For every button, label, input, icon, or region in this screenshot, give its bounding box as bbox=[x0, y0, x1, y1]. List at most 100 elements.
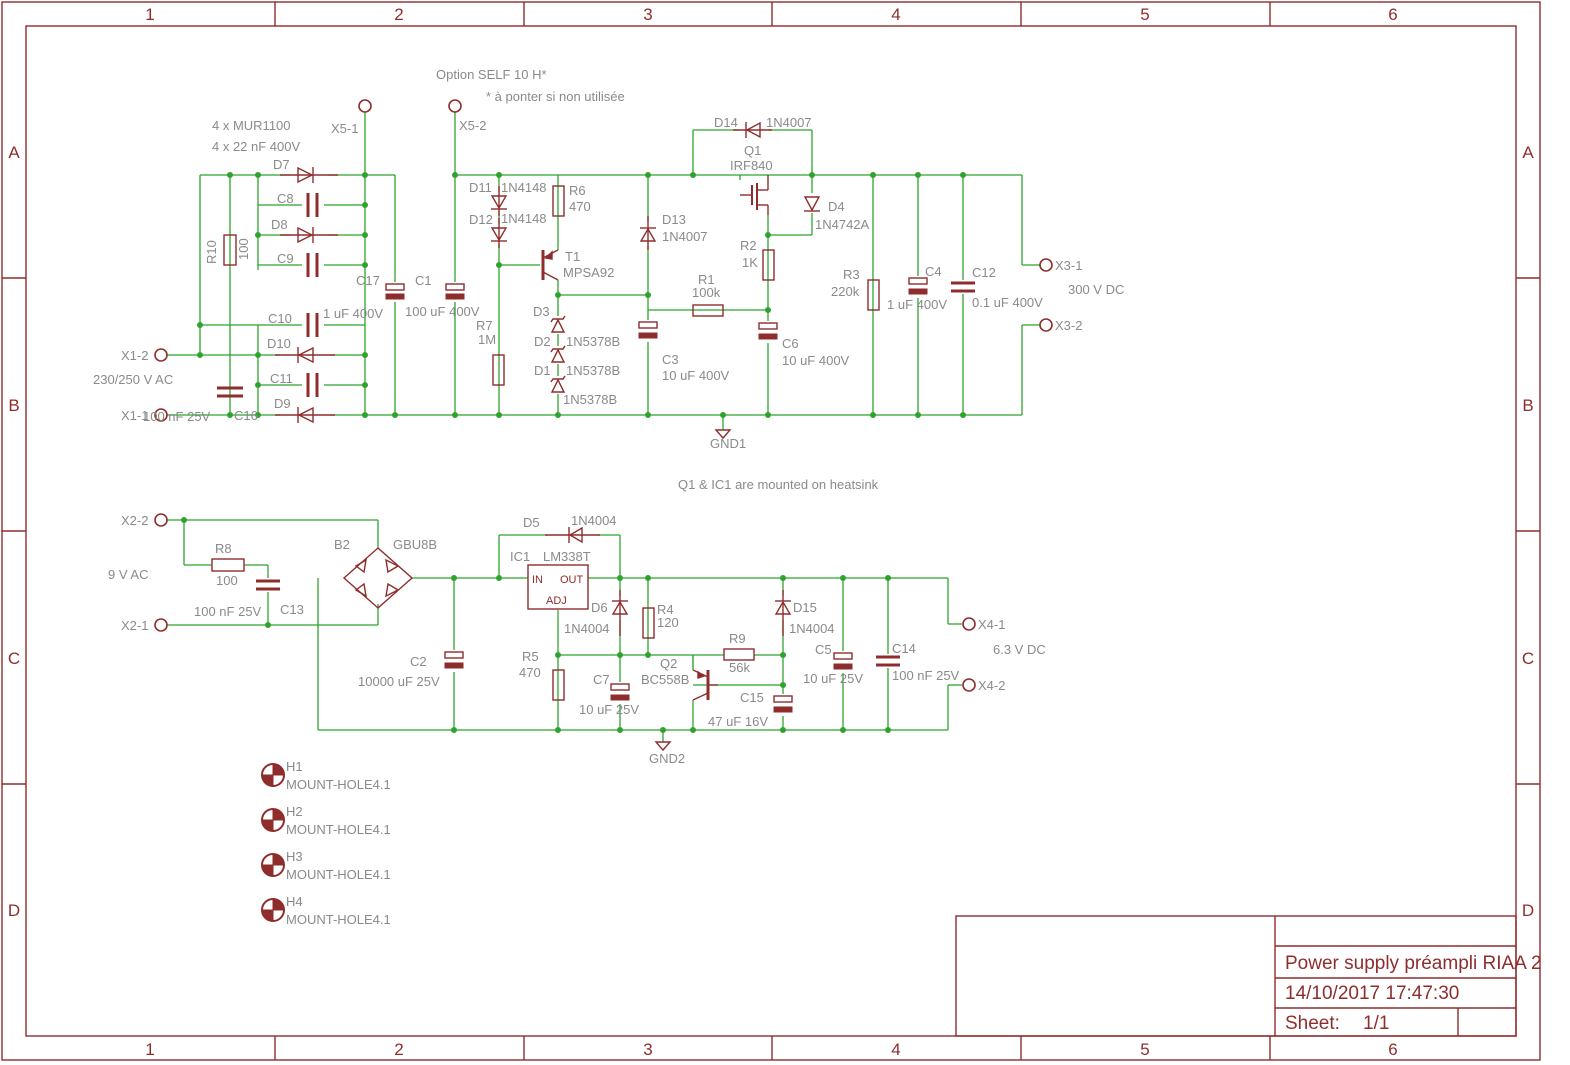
row-label-c: C bbox=[8, 649, 20, 668]
label-r5-value: 470 bbox=[519, 665, 541, 680]
label-d3-value: 1N5378B bbox=[563, 392, 617, 407]
label-x4-1: X4-1 bbox=[978, 617, 1005, 632]
label-r10-value: 100 bbox=[236, 238, 251, 260]
label-r8-value: 100 bbox=[216, 573, 238, 588]
label-d11-value: 1N4148 bbox=[501, 180, 547, 195]
row-label-b: B bbox=[8, 396, 19, 415]
label-r1-value: 100k bbox=[692, 285, 721, 300]
capacitor-c3 bbox=[637, 320, 659, 342]
label-r7: R7 bbox=[476, 318, 493, 333]
label-x2-1: X2-1 bbox=[121, 618, 148, 633]
row-label-a-right: A bbox=[1522, 143, 1534, 162]
label-r2: R2 bbox=[740, 238, 757, 253]
label-d6: D6 bbox=[591, 600, 608, 615]
label-dc-out-lv: 6.3 V DC bbox=[993, 642, 1046, 657]
label-c15: C15 bbox=[740, 690, 764, 705]
connector-x1-2[interactable] bbox=[154, 348, 168, 362]
label-d5: D5 bbox=[523, 515, 540, 530]
column-label-6-bottom: 6 bbox=[1388, 1040, 1397, 1059]
label-r6: R6 bbox=[569, 183, 586, 198]
label-d15-value: 1N4004 bbox=[789, 621, 835, 636]
label-c5: C5 bbox=[815, 642, 832, 657]
row-label-c-right: C bbox=[1522, 649, 1534, 668]
label-x2-2: X2-2 bbox=[121, 513, 148, 528]
label-r9-value: 56k bbox=[729, 660, 750, 675]
diode-d6 bbox=[611, 590, 629, 636]
label-c10: C10 bbox=[268, 311, 292, 326]
title-block-title: Power supply préampli RIAA 2 bbox=[1285, 953, 1542, 974]
mount-hole-h3: H3 MOUNT-HOLE4.1 bbox=[261, 849, 391, 882]
ic1-pin-adj: ADJ bbox=[546, 595, 567, 607]
label-gnd1: GND1 bbox=[710, 436, 746, 451]
label-c7-value: 10 uF 25V bbox=[579, 702, 639, 717]
connector-x3-1[interactable] bbox=[1039, 258, 1053, 272]
note-heatsink: Q1 & IC1 are mounted on heatsink bbox=[678, 477, 879, 492]
label-c6: C6 bbox=[782, 336, 799, 351]
capacitor-c7 bbox=[609, 682, 631, 704]
capacitor-c4 bbox=[907, 276, 929, 298]
label-d12-value: 1N4148 bbox=[501, 211, 547, 226]
connector-x2-2[interactable] bbox=[154, 513, 168, 527]
label-c1-value: 100 uF 400V bbox=[405, 304, 480, 319]
mount-hole-value: MOUNT-HOLE4.1 bbox=[286, 822, 391, 837]
label-q1-value: IRF840 bbox=[730, 158, 773, 173]
label-c4: C4 bbox=[925, 264, 942, 279]
column-label-3: 3 bbox=[643, 5, 652, 24]
label-r9: R9 bbox=[729, 631, 746, 646]
mount-hole-value: MOUNT-HOLE4.1 bbox=[286, 867, 391, 882]
column-label-1: 1 bbox=[145, 5, 154, 24]
label-d13-value: 1N4007 bbox=[662, 229, 708, 244]
label-c5-value: 10 uF 25V bbox=[803, 671, 863, 686]
label-d14: D14 bbox=[714, 115, 738, 130]
label-t1: T1 bbox=[565, 249, 580, 264]
label-x5-2: X5-2 bbox=[459, 118, 486, 133]
connector-x4-2[interactable] bbox=[962, 678, 976, 692]
capacitor-c2 bbox=[443, 650, 465, 672]
label-d2: D2 bbox=[534, 334, 551, 349]
connector-x3-2[interactable] bbox=[1039, 318, 1053, 332]
column-label-6: 6 bbox=[1388, 5, 1397, 24]
capacitor-c6 bbox=[757, 321, 779, 343]
label-r10: R10 bbox=[204, 240, 219, 264]
label-q2: Q2 bbox=[660, 656, 677, 671]
capacitor-c15 bbox=[772, 694, 794, 716]
label-r7-value: 1M bbox=[478, 332, 496, 347]
label-c16-value: 100 nF 25V bbox=[143, 409, 211, 424]
title-block-date: 14/10/2017 17:47:30 bbox=[1285, 983, 1459, 1004]
label-r3: R3 bbox=[843, 267, 860, 282]
diode-d5 bbox=[545, 526, 600, 544]
title-block-sheet-label: Sheet: bbox=[1285, 1013, 1340, 1034]
label-d5-value: 1N4004 bbox=[571, 513, 617, 528]
label-t1-value: MPSA92 bbox=[563, 265, 614, 280]
connector-x4-1[interactable] bbox=[962, 617, 976, 631]
zener-d2 bbox=[550, 345, 567, 364]
diode-d4 bbox=[803, 193, 821, 213]
mount-hole-value: MOUNT-HOLE4.1 bbox=[286, 912, 391, 927]
note-rectifiers: 4 x MUR1100 bbox=[212, 118, 291, 133]
label-c10-value: 1 uF 400V bbox=[323, 306, 383, 321]
row-label-d-right: D bbox=[1522, 901, 1534, 920]
connector-x2-1[interactable] bbox=[154, 618, 168, 632]
label-d8: D8 bbox=[271, 217, 288, 232]
label-d6-value: 1N4004 bbox=[564, 621, 610, 636]
connector-x5-2[interactable] bbox=[448, 99, 462, 113]
label-d12: D12 bbox=[469, 212, 493, 227]
capacitor-c1 bbox=[444, 282, 466, 302]
capacitor-c13 bbox=[255, 578, 281, 592]
column-label-4: 4 bbox=[891, 5, 900, 24]
label-r8: R8 bbox=[215, 541, 232, 556]
mount-hole-ref: H4 bbox=[286, 894, 303, 909]
label-ac-in-hv: 230/250 V AC bbox=[93, 372, 173, 387]
label-d2-value: 1N5378B bbox=[566, 334, 620, 349]
label-c12: C12 bbox=[972, 265, 996, 280]
label-c2: C2 bbox=[410, 654, 427, 669]
label-c8: C8 bbox=[277, 191, 294, 206]
label-d13: D13 bbox=[662, 212, 686, 227]
regulator-ic1: IN OUT ADJ bbox=[527, 564, 589, 610]
connector-x5-1[interactable] bbox=[358, 99, 372, 113]
label-c13-value: 100 nF 25V bbox=[194, 604, 262, 619]
label-r2-value: 1K bbox=[742, 255, 758, 270]
mount-hole-ref: H2 bbox=[286, 804, 303, 819]
diode-d13 bbox=[639, 216, 657, 250]
resistor-r8 bbox=[211, 558, 245, 572]
